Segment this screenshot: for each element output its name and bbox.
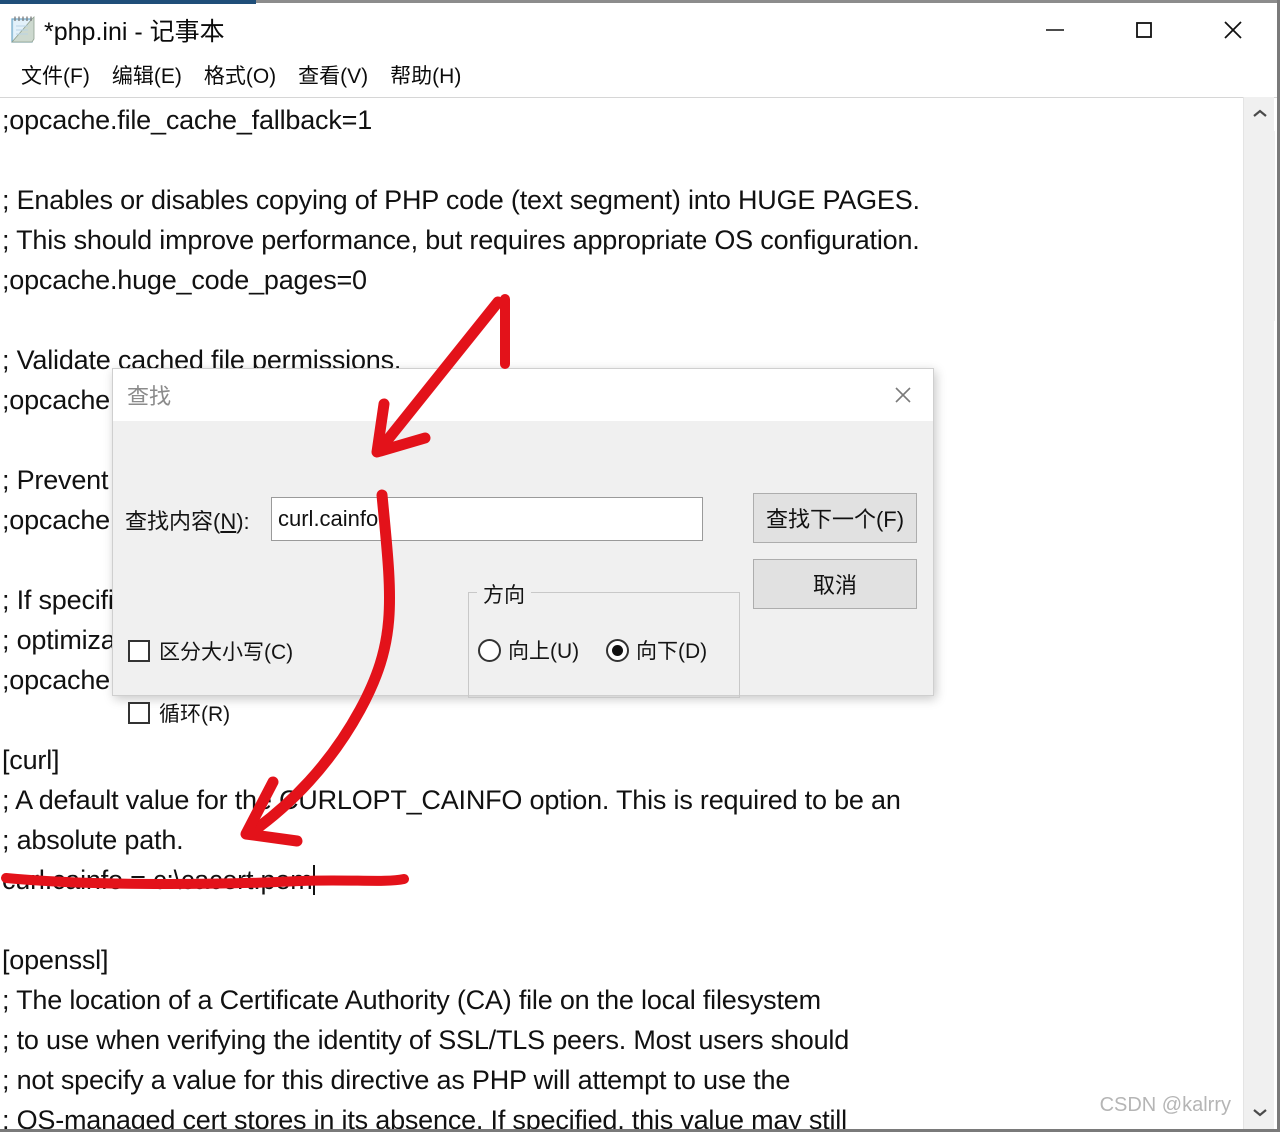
menu-item-view[interactable]: 查看(V) — [287, 58, 379, 94]
scroll-down-icon[interactable] — [1244, 1095, 1275, 1129]
editor-line: [openssl] — [2, 945, 109, 975]
editor-line: ; A default value for the CURLOPT_CAINFO… — [2, 785, 901, 815]
text-caret — [313, 865, 316, 895]
direction-groupbox-legend: 方向 — [477, 579, 531, 609]
wrap-around-checkbox-row[interactable]: 循环(R) — [128, 698, 230, 728]
window-title: *php.ini - 记事本 — [44, 18, 225, 46]
wrap-around-checkbox[interactable] — [128, 702, 150, 724]
watermark: CSDN @kalrry — [1099, 1094, 1231, 1116]
match-case-label: 区分大小写(C) — [159, 641, 294, 664]
find-what-label-text: 查找内容( — [125, 509, 221, 534]
notepad-window: *php.ini - 记事本 文件(F) 编辑(E) 格式(O) 查看(V) 帮… — [0, 0, 1280, 1132]
direction-up-radio-row[interactable]: 向上(U) — [478, 635, 579, 665]
editor-line: curl.cainfo = c:\cacert.pem — [2, 860, 1243, 900]
editor-line: ; absolute path. — [2, 825, 184, 855]
editor-line: ; This should improve performance, but r… — [2, 225, 920, 255]
find-what-label: 查找内容(N): — [125, 504, 250, 536]
find-what-label-suffix: ): — [236, 509, 250, 534]
direction-down-label: 向下(D) — [636, 640, 708, 663]
menu-item-file[interactable]: 文件(F) — [10, 58, 101, 94]
scrollbar-thumb[interactable] — [1244, 131, 1275, 321]
editor-line: ; OS-managed cert stores in its absence.… — [2, 1105, 847, 1129]
direction-down-radio-row[interactable]: 向下(D) — [606, 635, 707, 665]
find-dialog-body: 查找内容(N): 查找下一个(F) 取消 区分大小写(C) 循环(R) 方向 向… — [113, 421, 933, 726]
match-case-checkbox-row[interactable]: 区分大小写(C) — [128, 636, 293, 666]
editor-line: ;opcache.huge_code_pages=0 — [2, 265, 367, 295]
screenshot-root: *php.ini - 记事本 文件(F) 编辑(E) 格式(O) 查看(V) 帮… — [0, 0, 1280, 1132]
editor-line: ; to use when verifying the identity of … — [2, 1025, 850, 1055]
menu-bar: 文件(F) 编辑(E) 格式(O) 查看(V) 帮助(H) — [0, 56, 1277, 96]
find-dialog-titlebar[interactable]: 查找 — [113, 369, 933, 421]
find-dialog: 查找 查找内容(N): 查找下一个(F) 取消 区分大小写(C) 循环(R) — [112, 368, 934, 726]
window-controls — [1010, 4, 1277, 56]
notepad-icon — [8, 14, 38, 46]
direction-up-label: 向上(U) — [508, 640, 580, 663]
editor-line: ; not specify a value for this directive… — [2, 1065, 791, 1095]
editor-line: ; The location of a Certificate Authorit… — [2, 985, 821, 1015]
find-what-label-key: N — [220, 509, 237, 534]
find-next-button[interactable]: 查找下一个(F) — [753, 493, 917, 543]
wrap-around-label: 循环(R) — [159, 703, 231, 726]
editor-line: ; Enables or disables copying of PHP cod… — [2, 185, 920, 215]
editor-line: [curl] — [2, 745, 60, 775]
menu-item-help[interactable]: 帮助(H) — [379, 58, 472, 94]
find-what-input[interactable] — [271, 497, 703, 541]
direction-down-radio[interactable] — [606, 638, 629, 662]
window-top-border — [256, 0, 1277, 3]
direction-up-radio[interactable] — [478, 638, 501, 662]
minimize-button[interactable] — [1010, 4, 1099, 56]
scroll-up-icon[interactable] — [1244, 97, 1275, 131]
editor-line: ;opcache.file_cache_fallback=1 — [2, 105, 373, 135]
close-button[interactable] — [1188, 4, 1277, 56]
find-dialog-close-icon[interactable] — [873, 369, 933, 421]
vertical-scrollbar[interactable] — [1243, 97, 1275, 1129]
cancel-button[interactable]: 取消 — [753, 559, 917, 609]
find-dialog-title: 查找 — [127, 384, 172, 409]
menu-item-edit[interactable]: 编辑(E) — [101, 58, 193, 94]
maximize-button[interactable] — [1099, 4, 1188, 56]
menu-item-format[interactable]: 格式(O) — [193, 58, 287, 94]
match-case-checkbox[interactable] — [128, 640, 150, 662]
